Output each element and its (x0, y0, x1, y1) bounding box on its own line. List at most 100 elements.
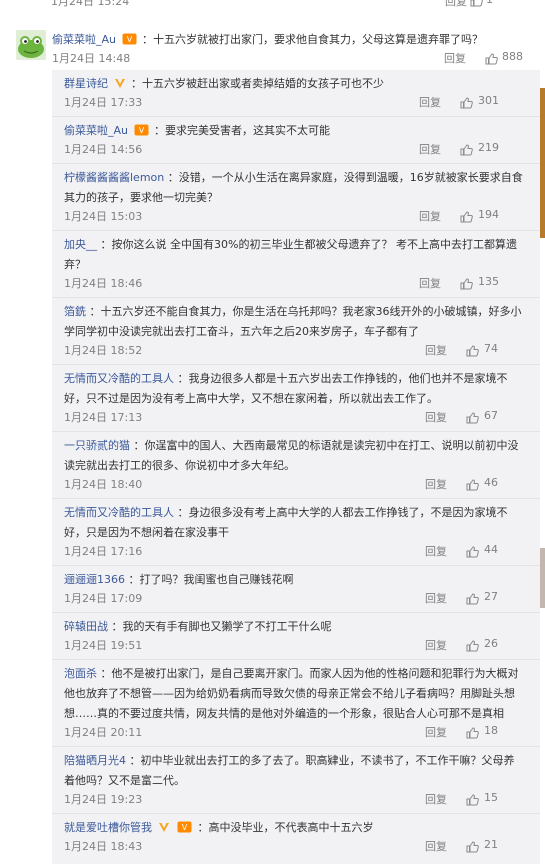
reply-text: ：没错，一个从小生活在离异家庭，没得到温暖，16岁就被家长要求自食 (167, 171, 523, 184)
reply-text-line: 读完就出去打工的很多、你说初中才多大年纪。 (64, 459, 295, 472)
like-count: 18 (484, 724, 498, 737)
thumbs-up-icon[interactable] (466, 546, 479, 558)
thumbs-up-icon[interactable] (460, 211, 473, 223)
username-link[interactable]: 柠檬酱酱酱酱lemon (64, 171, 164, 184)
reply-time: 1月24日 18:40 (64, 478, 143, 491)
reply-text-line: 弃？ (64, 258, 86, 271)
main-comment-body: 偷菜菜啦_Au V ：十五六岁就被打出家门，要求他自食其力，父母这算是遗弃罪了吗… (52, 30, 527, 70)
thumbs-up-icon[interactable] (466, 640, 479, 652)
svg-text:V: V (138, 126, 144, 135)
thumbs-up-icon[interactable] (485, 53, 498, 65)
reply-meta: 1月24日 18:43 回复 21 (64, 838, 530, 858)
username-link[interactable]: 陪猫晒月光4 (64, 754, 126, 767)
username-link[interactable]: 偷菜菜啦_Au (64, 124, 128, 137)
reply-button[interactable]: 回复 (425, 409, 447, 425)
thumbs-up-icon[interactable] (470, 0, 483, 7)
comment-text: ：十五六岁就被打出家门，要求他自食其力，父母这算是遗弃罪了吗？ (142, 33, 483, 46)
reply-button[interactable]: 回复 (445, 0, 467, 9)
thumbs-up-icon[interactable] (460, 144, 473, 156)
like-count: 888 (502, 50, 523, 63)
thumbs-up-icon[interactable] (466, 727, 479, 739)
username-link[interactable]: 箔銑 (64, 305, 86, 318)
vip-badge-icon: V (134, 124, 148, 136)
reply-button[interactable]: 回复 (419, 94, 441, 110)
username-link[interactable]: 偷菜菜啦_Au (52, 33, 116, 46)
previous-comment-meta: 1月24日 15:24 回复 1 (0, 0, 545, 12)
thumbs-up-icon[interactable] (466, 479, 479, 491)
reply-button[interactable]: 回复 (425, 791, 447, 807)
comment-time: 1月24日 15:24 (51, 0, 130, 8)
thumbs-up-icon[interactable] (466, 593, 479, 605)
reply-button[interactable]: 回复 (444, 50, 466, 66)
thumbs-up-icon[interactable] (460, 97, 473, 109)
reply-meta: 1月24日 17:16 回复 44 (64, 543, 530, 563)
reply-list: 群星诗纪 ：十五六岁被赶出家或者卖掉结婚的女孩子可也不少 1月24日 17:33… (52, 70, 540, 864)
thumbs-up-icon[interactable] (460, 278, 473, 290)
reply-button[interactable]: 回复 (425, 724, 447, 740)
reply-meta: 1月24日 18:40 回复 46 (64, 476, 530, 496)
like-count: 46 (484, 476, 498, 489)
reply-button[interactable]: 回复 (425, 342, 447, 358)
verified-v-icon (158, 823, 169, 832)
reply-item: 就是爱吐槽你管我 V ：高中没毕业，不代表高中十五六岁 1月24日 18:43 … (52, 814, 540, 864)
username-link[interactable]: 群星诗纪 (64, 77, 108, 90)
reply-time: 1月24日 17:13 (64, 411, 143, 424)
username-link[interactable]: 逦逦逦1366 (64, 573, 125, 586)
reply-item: 碎辕田战 ：我的天有手有脚也又獭学了不打工干什么呢 1月24日 19:51 回复… (52, 613, 540, 660)
svg-text:V: V (182, 823, 188, 832)
reply-meta: 1月24日 19:23 回复 15 (64, 791, 530, 811)
avatar[interactable] (16, 30, 46, 60)
reply-text-line: 想……真的不要过度共情，网友共情的是他对外编造的一个形象，很贴合人心可那不是真相 (64, 707, 504, 720)
reply-text-line: 他也放弃了不想管——因为给奶奶看病而导致欠债的母亲正常会不给儿子看病吗？用脚趾头… (64, 687, 515, 700)
reply-item: 箔銑 ：十五六岁还不能自食其力，你是生活在乌托邦吗？我老家36线开外的小破城镇，… (52, 298, 540, 365)
reply-meta: 1月24日 20:11 回复 18 (64, 724, 530, 744)
username-link[interactable]: 无情而又冷酷的工具人 (64, 506, 174, 519)
thumbs-up-icon[interactable] (466, 412, 479, 424)
reply-button[interactable]: 回复 (425, 543, 447, 559)
reply-text: ：你逞富中的国人、大西南最常见的标语就是读完初中在打工、说明以前初中没 (133, 439, 519, 452)
reply-item: 无情而又冷酷的工具人 ：身边很多没有考上高中大学的人都去工作挣钱了，不是因为家境… (52, 499, 540, 566)
reply-text: ：高中没毕业，不代表高中十五六岁 (197, 821, 374, 834)
reply-button[interactable]: 回复 (425, 476, 447, 492)
reply-meta: 1月24日 18:52 回复 74 (64, 342, 530, 362)
reply-item: 柠檬酱酱酱酱lemon ：没错，一个从小生活在离异家庭，没得到温暖，16岁就被家… (52, 164, 540, 231)
like-count: 219 (478, 141, 499, 154)
reply-item: 泡面杀 ：他不是被打出家门，是自己要离开家门。而家人因为他的性格问题和犯罪行为大… (52, 660, 540, 747)
frog-avatar-icon (16, 30, 46, 60)
comment-meta: 1月24日 14:48 回复 888 (52, 50, 527, 70)
reply-text: ：打了吗？我闺蜜也自己赚钱花啊 (128, 573, 294, 586)
reply-text: ：身边很多没有考上高中大学的人都去工作挣钱了，不是因为家境不 (177, 506, 508, 519)
reply-button[interactable]: 回复 (419, 275, 441, 291)
reply-item: 偷菜菜啦_Au V ：要求完美受害者，这其实不太可能 1月24日 14:56 回… (52, 117, 540, 164)
like-count: 21 (484, 838, 498, 851)
reply-time: 1月24日 14:56 (64, 143, 143, 156)
reply-text: ：要求完美受害者，这其实不太可能 (154, 124, 330, 137)
reply-button[interactable]: 回复 (419, 208, 441, 224)
reply-time: 1月24日 17:09 (64, 592, 143, 605)
reply-text: ：我的天有手有脚也又獭学了不打工干什么呢 (111, 620, 332, 633)
reply-button[interactable]: 回复 (419, 141, 441, 157)
reply-button[interactable]: 回复 (425, 590, 447, 606)
thumbs-up-icon[interactable] (466, 794, 479, 806)
vip-badge-icon: V (122, 33, 136, 45)
reply-text: ：初中毕业就出去打工的多了去了。职高肄业，不读书了，不工作干嘛？父母养 (129, 754, 515, 767)
username-link[interactable]: 碎辕田战 (64, 620, 108, 633)
username-link[interactable]: 无情而又冷酷的工具人 (64, 372, 174, 385)
reply-button[interactable]: 回复 (425, 637, 447, 653)
username-link[interactable]: 泡面杀 (64, 667, 97, 680)
reply-text: ：我身边很多人都是十五六岁出去工作挣钱的，他们也并不是家境不 (177, 372, 508, 385)
reply-button[interactable]: 回复 (425, 838, 447, 854)
like-count: 44 (484, 543, 498, 556)
username-link[interactable]: 就是爱吐槽你管我 (64, 821, 152, 834)
reply-item: 无情而又冷酷的工具人 ：我身边很多人都是十五六岁出去工作挣钱的，他们也并不是家境… (52, 365, 540, 432)
username-link[interactable]: 加央__ (64, 238, 97, 251)
reply-text-line: 着他吗？又不是富二代。 (64, 774, 185, 787)
reply-text: ：十五六岁还不能自食其力，你是生活在乌托邦吗？我老家36线开外的小破城镇，好多小 (89, 305, 522, 318)
thumbs-up-icon[interactable] (466, 345, 479, 357)
reply-meta: 1月24日 19:51 回复 26 (64, 637, 530, 657)
reply-item: 陪猫晒月光4 ：初中毕业就出去打工的多了去了。职高肄业，不读书了，不工作干嘛？父… (52, 747, 540, 814)
username-link[interactable]: 一只骄贰的猫 (64, 439, 130, 452)
edge-decoration (540, 88, 545, 238)
reply-time: 1月24日 20:11 (64, 726, 143, 739)
thumbs-up-icon[interactable] (466, 841, 479, 853)
